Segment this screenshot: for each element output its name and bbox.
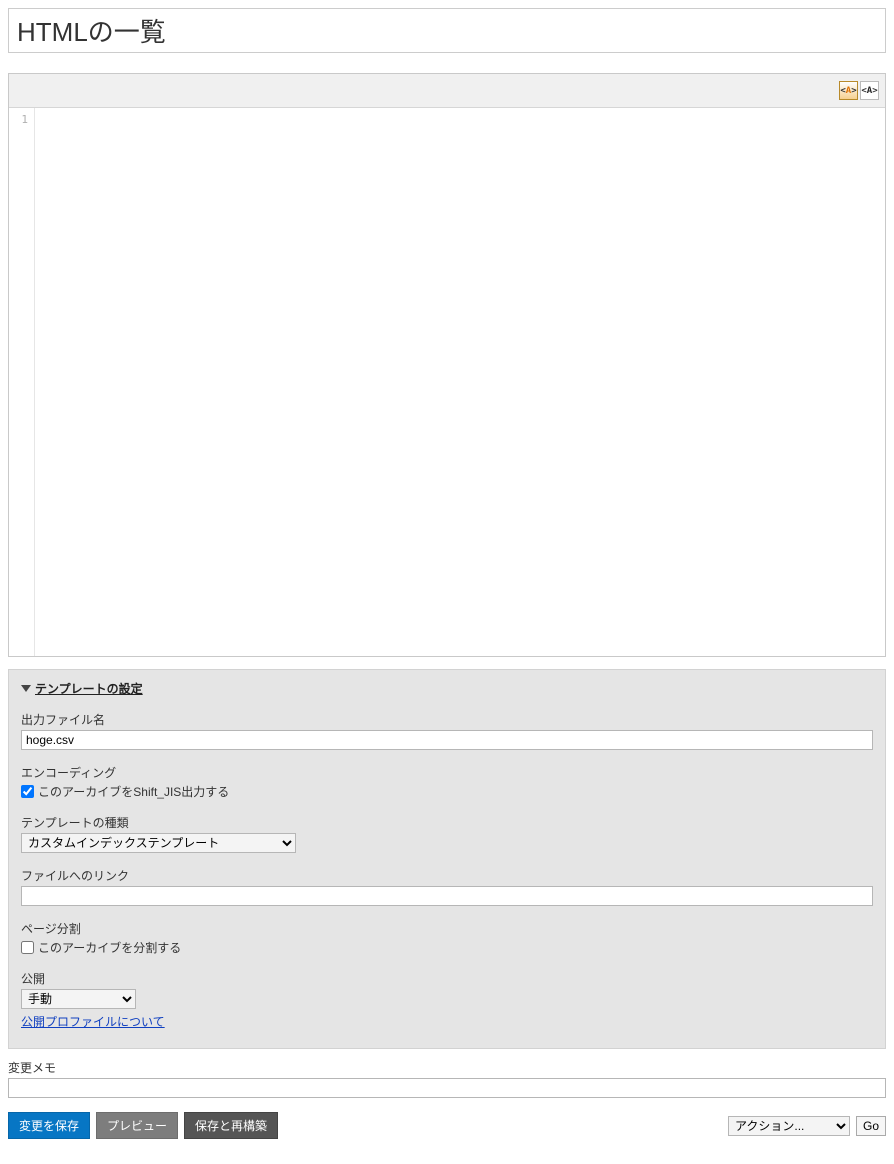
code-editor: <A> <A> 1 xyxy=(8,73,886,657)
template-title-input[interactable] xyxy=(8,8,886,53)
syntax-highlight-on-icon[interactable]: <A> xyxy=(839,81,858,100)
settings-toggle[interactable]: テンプレートの設定 xyxy=(21,680,873,697)
editor-toolbar: <A> <A> xyxy=(9,74,885,108)
pagination-label: ページ分割 xyxy=(21,920,873,937)
editor-textarea[interactable] xyxy=(35,108,885,656)
file-link-label: ファイルへのリンク xyxy=(21,867,873,884)
publish-select[interactable]: 手動 xyxy=(21,989,136,1009)
pagination-checkbox-row[interactable]: このアーカイブを分割する xyxy=(21,939,873,956)
preview-button[interactable]: プレビュー xyxy=(96,1112,178,1139)
publish-label: 公開 xyxy=(21,970,873,987)
file-link-input[interactable] xyxy=(21,886,873,906)
action-row: 変更を保存 プレビュー 保存と再構築 アクション... Go xyxy=(8,1112,886,1139)
gutter-line-number: 1 xyxy=(9,112,34,128)
encoding-field: エンコーディング このアーカイブをShift_JIS出力する xyxy=(21,764,873,800)
change-memo-input[interactable] xyxy=(8,1078,886,1098)
change-memo-block: 変更メモ xyxy=(8,1059,886,1098)
output-filename-input[interactable] xyxy=(21,730,873,750)
template-type-select[interactable]: カスタムインデックステンプレート xyxy=(21,833,296,853)
collapse-triangle-icon xyxy=(21,685,31,692)
file-link-field: ファイルへのリンク xyxy=(21,867,873,906)
syntax-highlight-off-icon[interactable]: <A> xyxy=(860,81,879,100)
pagination-checkbox-label: このアーカイブを分割する xyxy=(38,939,181,956)
settings-title-text: テンプレートの設定 xyxy=(35,680,143,697)
save-button[interactable]: 変更を保存 xyxy=(8,1112,90,1139)
publish-profile-help-link[interactable]: 公開プロファイルについて xyxy=(21,1015,165,1029)
change-memo-label: 変更メモ xyxy=(8,1059,886,1076)
template-type-field: テンプレートの種類 カスタムインデックステンプレート xyxy=(21,814,873,853)
encoding-checkbox[interactable] xyxy=(21,785,34,798)
output-filename-field: 出力ファイル名 xyxy=(21,711,873,750)
encoding-checkbox-row[interactable]: このアーカイブをShift_JIS出力する xyxy=(21,783,873,800)
go-button[interactable]: Go xyxy=(856,1116,886,1136)
pagination-field: ページ分割 このアーカイブを分割する xyxy=(21,920,873,956)
save-and-rebuild-button[interactable]: 保存と再構築 xyxy=(184,1112,278,1139)
encoding-label: エンコーディング xyxy=(21,764,873,781)
editor-body: 1 xyxy=(9,108,885,656)
publish-field: 公開 手動 公開プロファイルについて xyxy=(21,970,873,1030)
pagination-checkbox[interactable] xyxy=(21,941,34,954)
output-filename-label: 出力ファイル名 xyxy=(21,711,873,728)
encoding-checkbox-label: このアーカイブをShift_JIS出力する xyxy=(38,783,229,800)
template-type-label: テンプレートの種類 xyxy=(21,814,873,831)
template-settings-panel: テンプレートの設定 出力ファイル名 エンコーディング このアーカイブをShift… xyxy=(8,669,886,1049)
bulk-action-select[interactable]: アクション... xyxy=(728,1116,850,1136)
editor-gutter: 1 xyxy=(9,108,35,656)
